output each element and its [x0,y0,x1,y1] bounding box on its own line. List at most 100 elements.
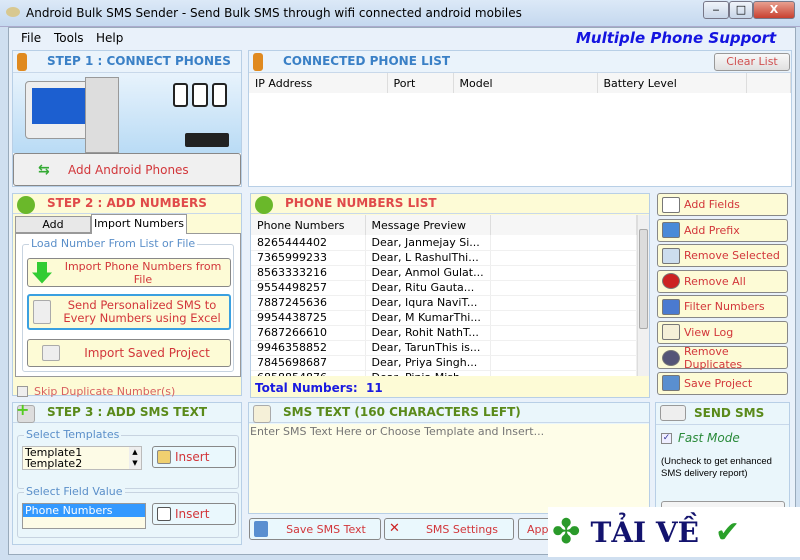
step2-panel: STEP 2 : ADD NUMBERS Add Numbers Import … [12,193,242,398]
field-value-list[interactable]: Phone Numbers [22,503,146,529]
tagline: Multiple Phone Support [576,29,777,47]
phone-number-cell: 8563333216 [251,265,366,281]
add-fields-button[interactable]: Add Fields [657,193,788,216]
column-header[interactable]: Message Preview [365,215,491,235]
watermark-overlay: ✤ TẢI VỀ ✔ [548,507,800,557]
tab-add-numbers[interactable]: Add Numbers [15,216,91,246]
phone-number-cell: 9954438725 [251,310,366,326]
table-row[interactable]: 9554498257 Dear, Ritu Gauta... [251,280,637,296]
prefix-icon [662,222,680,238]
template-item[interactable]: Template2 [25,458,141,469]
menu-help[interactable]: Help [96,31,123,45]
phone-number-cell: 7887245636 [251,295,366,311]
table-row[interactable]: 6858854876Dear, Pinja Mish... [251,370,637,376]
column-header[interactable]: Battery Level [597,73,747,93]
minimize-button[interactable]: ‒ [703,1,729,19]
filter-numbers-button[interactable]: Filter Numbers [657,295,788,318]
table-row[interactable]: 7687266610 Dear, Rohit NathT... [251,325,637,341]
total-numbers: Total Numbers: 11 [255,381,383,395]
button-label: Import Phone Numbers from File [64,259,222,286]
remove-duplicates-button[interactable]: Remove Duplicates [657,344,788,371]
column-header[interactable]: IP Address [249,73,388,93]
button-label: Save SMS Text [286,522,366,536]
save-sms-text-button[interactable]: Save SMS Text [249,518,381,540]
add-android-phones-label: Add Android Phones [68,162,189,177]
checkbox-checked[interactable]: ✓ [661,432,672,444]
column-header[interactable]: Model [453,73,598,93]
fast-mode-checkbox[interactable]: ✓ Fast Mode [661,431,740,445]
table-row[interactable]: 7365999233 Dear, L RashulThi... [251,250,637,266]
maximize-button[interactable]: □ [729,1,753,19]
sms-text-panel: SMS TEXT (160 CHARACTERS LEFT) [248,402,650,514]
step3-panel: + STEP 3 : ADD SMS TEXT Select Templates … [12,400,242,545]
table-row[interactable]: 7887245636 Dear, Iqura NaviT... [251,295,637,311]
remove-all-button[interactable]: Remove All [657,269,788,293]
save-project-icon [662,375,680,391]
computer-tower-icon [85,77,119,153]
title-bar: Android Bulk SMS Sender - Send Bulk SMS … [0,0,800,27]
group-label: Load Number From List or File [29,237,198,250]
phone-touch-icon [17,196,35,214]
menu-tools[interactable]: Tools [54,31,84,45]
button-label: Add Prefix [684,223,740,237]
save-project-button[interactable]: Save Project [657,371,788,395]
notepad-pencil-icon [253,405,271,423]
sms-settings-button[interactable]: ✕ SMS Settings [384,518,514,540]
empty-cell [490,295,637,311]
remove-selected-icon [662,247,680,264]
view-log-button[interactable]: View Log [657,320,788,344]
insert-label: Insert [175,507,210,521]
fast-mode-label: Fast Mode [678,431,740,445]
insert-field-button[interactable]: Insert [152,503,236,525]
empty-cell [490,265,637,281]
list-scroll-arrows[interactable]: ▲ ▼ [129,447,141,469]
phone-number-cell: 9946358852 [251,340,366,356]
table-row[interactable]: 9954438725 Dear, M KumarThi... [251,310,637,326]
clear-list-button[interactable]: Clear List [714,53,790,71]
field-item-selected[interactable]: Phone Numbers [23,504,145,517]
vertical-scrollbar[interactable] [637,215,649,376]
edit-icon [157,450,171,464]
tab-import-numbers[interactable]: Import Numbers [91,214,187,234]
load-number-group: Load Number From List or File Import Pho… [22,237,234,372]
menu-file[interactable]: File [21,31,41,45]
add-document-icon: + [16,400,35,423]
send-personalized-excel-button[interactable]: Send Personalized SMS to Every Numbers u… [27,294,231,330]
checkmark-icon: ✔ [714,514,741,550]
empty-cell [490,370,637,376]
button-label: Remove Duplicates [684,344,743,371]
message-preview-cell: Dear, Pinja Mish... [365,370,491,376]
table-row[interactable]: 8265444402 Dear, Janmejay Si... [251,235,637,251]
templates-list[interactable]: Template1 Template2 ▲ ▼ [22,446,142,470]
table-row[interactable]: 7845698687 Dear, Priya Singh... [251,355,637,371]
button-label: Filter Numbers [684,300,765,313]
phone-number-cell: 6858854876 [251,370,366,376]
empty-cell [490,250,637,266]
checkbox-box[interactable] [17,386,28,397]
message-preview-cell: Dear, Ritu Gauta... [365,280,491,296]
import-saved-project-button[interactable]: Import Saved Project [27,339,231,367]
step1-header: STEP 1 : CONNECT PHONES [13,51,241,73]
remove-selected-button[interactable]: Remove Selected [657,244,788,267]
empty-cell [490,355,637,371]
step2-header: STEP 2 : ADD NUMBERS [13,194,241,214]
table-row[interactable]: 9946358852 Dear, TarunThis is... [251,340,637,356]
add-android-phones-button[interactable]: ⇆ Add Android Phones [13,153,241,186]
column-header[interactable]: Phone Numbers [251,215,366,235]
message-preview-cell: Dear, Janmejay Si... [365,235,491,251]
insert-template-button[interactable]: Insert [152,446,236,468]
close-button[interactable]: X [753,1,795,19]
templates-group: Select Templates Template1 Template2 ▲ ▼ In… [17,428,239,489]
import-phone-numbers-button[interactable]: Import Phone Numbers from File [27,258,231,287]
scrollbar-thumb[interactable] [639,229,648,329]
column-header[interactable]: Port [387,73,454,93]
phone-number-cell: 7845698687 [251,355,366,371]
message-preview-cell: Dear, Rohit NathT... [365,325,491,341]
sms-text-input[interactable] [249,424,649,513]
phone-number-cell: 8265444402 [251,235,366,251]
message-preview-cell: Dear, Iqura NaviT... [365,295,491,311]
skip-duplicate-checkbox[interactable]: Skip Duplicate Number(s) [17,385,175,398]
connected-header: CONNECTED PHONE LIST [249,51,791,73]
add-prefix-button[interactable]: Add Prefix [657,218,788,242]
table-row[interactable]: 8563333216 Dear, Anmol Gulat... [251,265,637,281]
